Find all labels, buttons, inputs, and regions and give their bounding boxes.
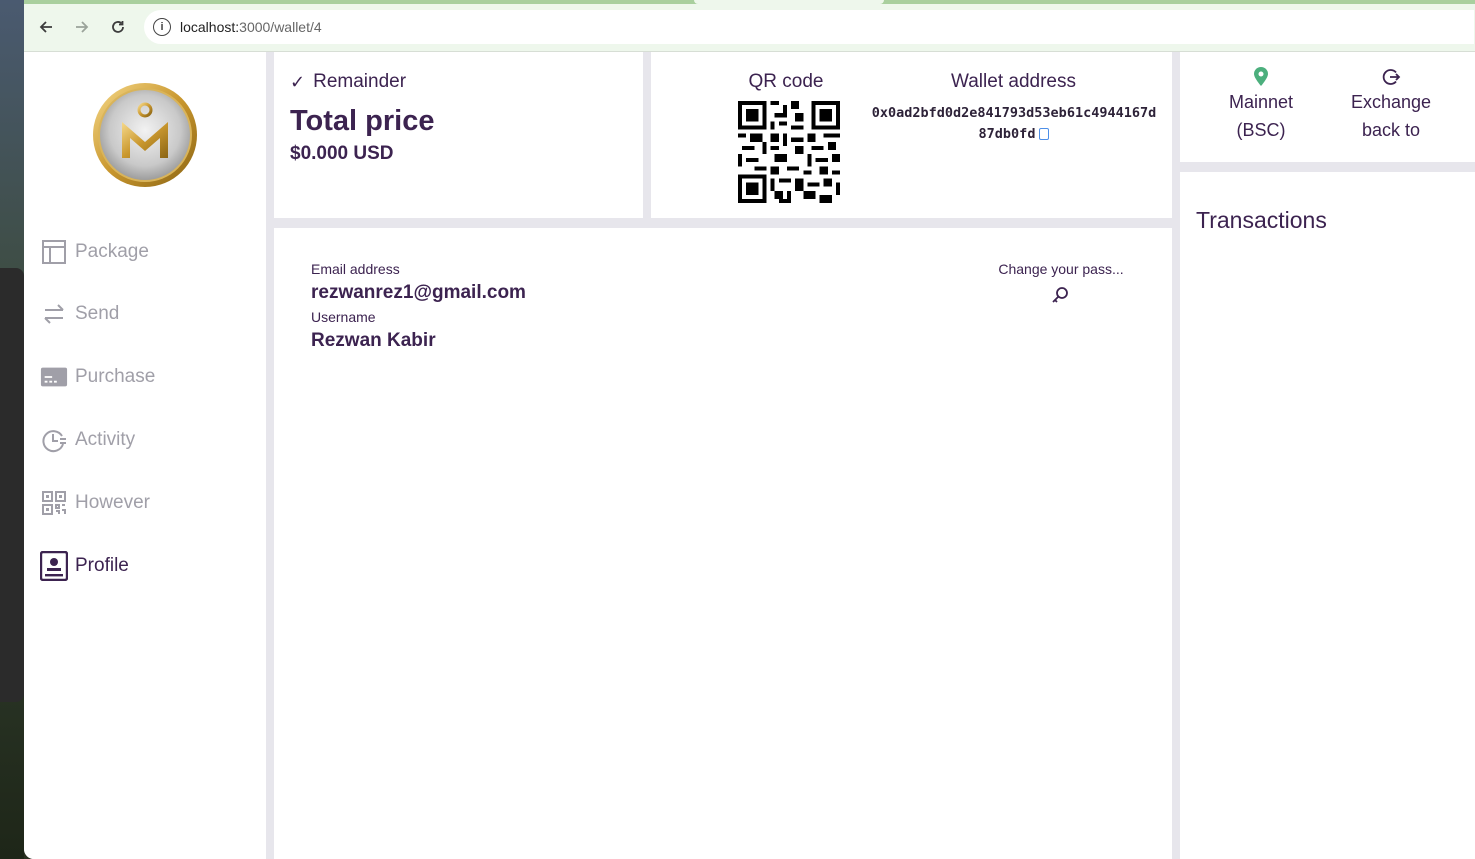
exchange-label-line2: back to bbox=[1361, 120, 1421, 140]
wallet-address-block: 0x0ad2bfd0d2e841793d53eb61c4944167d87db0… bbox=[869, 103, 1159, 145]
tab-strip bbox=[24, 0, 1475, 4]
brand-logo bbox=[93, 83, 197, 187]
username-label: Username bbox=[311, 309, 376, 325]
key-icon[interactable] bbox=[1050, 285, 1070, 305]
email-value: rezwanrez1@gmail.com bbox=[311, 282, 526, 303]
wallet-qr-code[interactable] bbox=[738, 101, 840, 203]
change-password-link[interactable]: Change your pass... bbox=[974, 261, 1148, 277]
sidebar-item-however[interactable]: However bbox=[40, 486, 150, 520]
sidebar-item-label: Activity bbox=[75, 429, 136, 450]
sidebar-item-label: Send bbox=[75, 303, 120, 324]
wallet-card: QR code Wallet address 0x0ad2bfd0d2e8417… bbox=[651, 52, 1172, 218]
sidebar-item-activity[interactable]: Activity bbox=[40, 423, 135, 457]
username-value: Rezwan Kabir bbox=[311, 330, 436, 351]
credit-card-icon bbox=[40, 363, 68, 391]
site-info-icon[interactable]: i bbox=[153, 18, 171, 36]
exchange-back-button[interactable]: Exchange back to bbox=[1326, 66, 1456, 144]
sidebar-item-label: Purchase bbox=[75, 366, 156, 387]
url-path: 3000/wallet/4 bbox=[239, 19, 322, 35]
remainder-row: ✓ Remainder bbox=[290, 71, 406, 93]
sidebar-item-package[interactable]: Package bbox=[40, 235, 149, 269]
logout-icon bbox=[1326, 66, 1456, 88]
profile-card: Email address rezwanrez1@gmail.com Usern… bbox=[274, 228, 1172, 859]
location-pin-icon bbox=[1196, 66, 1326, 88]
browser-toolbar: i localhost:3000/wallet/4 bbox=[24, 0, 1475, 52]
qr-code-label: QR code bbox=[748, 71, 824, 92]
browser-window: i localhost:3000/wallet/4 Package Send P… bbox=[24, 0, 1475, 859]
arrow-left-icon bbox=[39, 21, 52, 33]
remainder-label: Remainder bbox=[313, 71, 407, 92]
reload-icon bbox=[112, 21, 124, 33]
sidebar-item-send[interactable]: Send bbox=[40, 297, 119, 331]
network-card: Mainnet (BSC) Exchange back to bbox=[1180, 52, 1475, 162]
address-bar[interactable]: i localhost:3000/wallet/4 bbox=[144, 10, 1474, 44]
sidebar-item-label: However bbox=[75, 492, 150, 513]
email-label: Email address bbox=[311, 261, 400, 277]
total-price-title: Total price bbox=[290, 105, 435, 137]
desktop-background-strip bbox=[0, 0, 24, 859]
forward-button[interactable] bbox=[68, 13, 96, 41]
transactions-card: Transactions bbox=[1180, 172, 1475, 859]
total-price-value: $0.000 USD bbox=[290, 143, 394, 164]
background-window-edge bbox=[0, 268, 24, 702]
exchange-label-line1: Exchange bbox=[1350, 92, 1432, 112]
swap-arrows-icon bbox=[40, 300, 68, 328]
sidebar-item-label: Package bbox=[75, 241, 149, 262]
reload-button[interactable] bbox=[104, 13, 132, 41]
layout-icon bbox=[40, 238, 68, 266]
url-host: localhost: bbox=[180, 19, 240, 35]
sidebar-item-purchase[interactable]: Purchase bbox=[40, 360, 155, 394]
wallet-address-label: Wallet address bbox=[951, 71, 1076, 92]
price-card: ✓ Remainder Total price $0.000 USD bbox=[274, 52, 643, 218]
active-tab-notch[interactable] bbox=[694, 0, 884, 4]
profile-card-icon bbox=[40, 551, 68, 581]
arrow-right-icon bbox=[76, 21, 89, 33]
copy-icon[interactable] bbox=[1039, 128, 1050, 140]
sidebar-item-profile[interactable]: Profile bbox=[40, 549, 129, 583]
wallet-address-value: 0x0ad2bfd0d2e841793d53eb61c4944167d87db0… bbox=[871, 105, 1157, 142]
network-selector[interactable]: Mainnet (BSC) bbox=[1196, 66, 1326, 144]
transactions-title: Transactions bbox=[1196, 207, 1327, 233]
network-name: Mainnet bbox=[1228, 92, 1294, 112]
sidebar-item-label: Profile bbox=[75, 555, 129, 576]
back-button[interactable] bbox=[32, 13, 60, 41]
network-chain: (BSC) bbox=[1236, 120, 1286, 140]
url-text: localhost:3000/wallet/4 bbox=[180, 19, 322, 35]
checkmark-icon: ✓ bbox=[290, 71, 306, 92]
clock-history-icon bbox=[40, 426, 68, 454]
qr-code-icon bbox=[40, 489, 68, 517]
sidebar: Package Send Purchase Activity However P… bbox=[24, 52, 266, 859]
